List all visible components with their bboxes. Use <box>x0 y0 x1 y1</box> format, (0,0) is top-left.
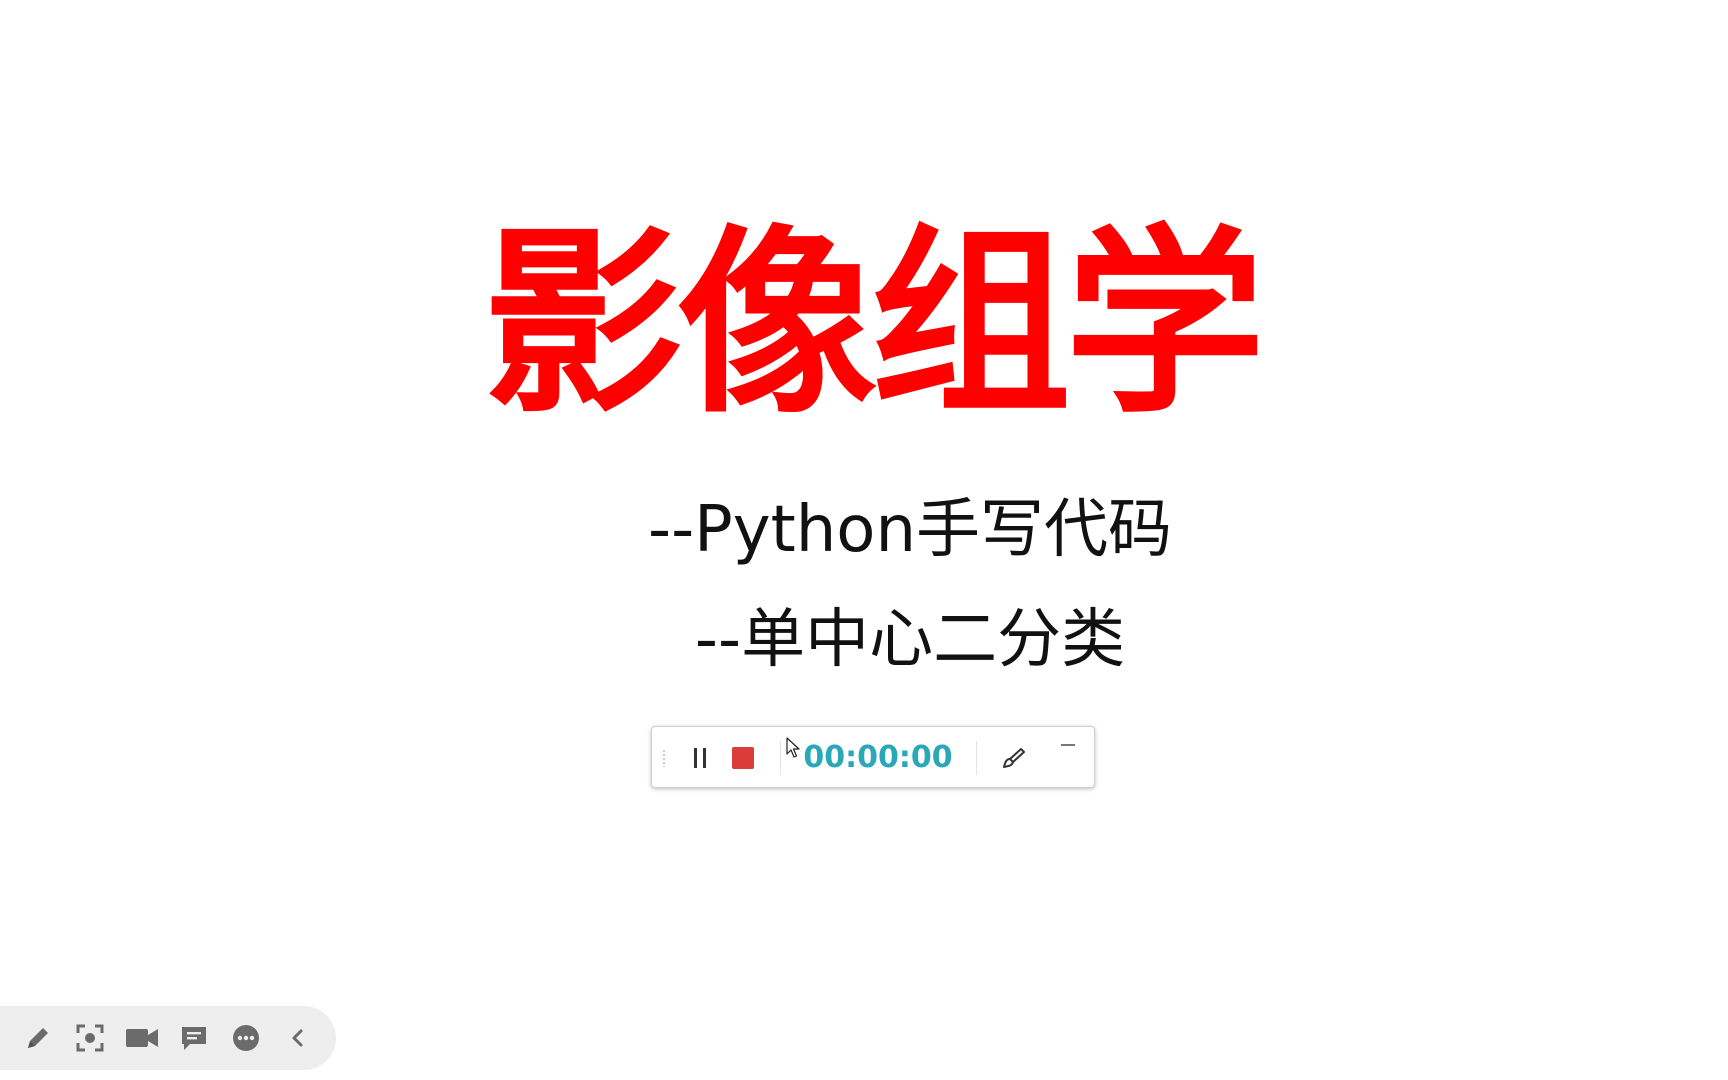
mouse-cursor-icon <box>786 737 800 758</box>
stop-icon <box>732 747 754 769</box>
screenshot-icon <box>76 1024 104 1052</box>
screenshot-button[interactable] <box>68 1016 112 1060</box>
stop-button[interactable] <box>725 740 761 776</box>
slide: 影像组学 --Python手写代码 --单中心二分类 00:00:00 <box>0 0 1728 1080</box>
more-icon <box>233 1025 259 1051</box>
recording-timer: 00:00:00 <box>803 740 953 775</box>
divider <box>976 741 977 775</box>
divider <box>780 741 781 775</box>
slide-subtitle-python: --Python手写代码 <box>647 493 1173 567</box>
minimize-button[interactable] <box>1056 735 1080 755</box>
pencil-icon <box>28 1028 48 1048</box>
pen-button[interactable] <box>16 1016 60 1060</box>
minimize-icon <box>1061 744 1075 746</box>
comment-icon <box>182 1027 206 1050</box>
recording-control-bar[interactable]: 00:00:00 <box>651 726 1095 788</box>
more-button[interactable] <box>224 1016 268 1060</box>
chevron-left-icon <box>292 1029 303 1047</box>
drag-handle[interactable] <box>662 749 666 767</box>
slide-title: 影像组学 <box>482 208 1265 441</box>
pause-button[interactable] <box>682 740 718 776</box>
collapse-toolbar-button[interactable] <box>276 1016 320 1060</box>
slide-subtitle-classification: --单中心二分类 <box>694 603 1126 677</box>
brush-button[interactable] <box>996 740 1032 776</box>
comment-button[interactable] <box>172 1016 216 1060</box>
video-camera-icon <box>126 1029 158 1047</box>
record-video-button[interactable] <box>120 1016 164 1060</box>
pause-icon <box>691 748 709 768</box>
brush-icon <box>1003 748 1025 768</box>
annotation-toolbar <box>0 1006 336 1070</box>
